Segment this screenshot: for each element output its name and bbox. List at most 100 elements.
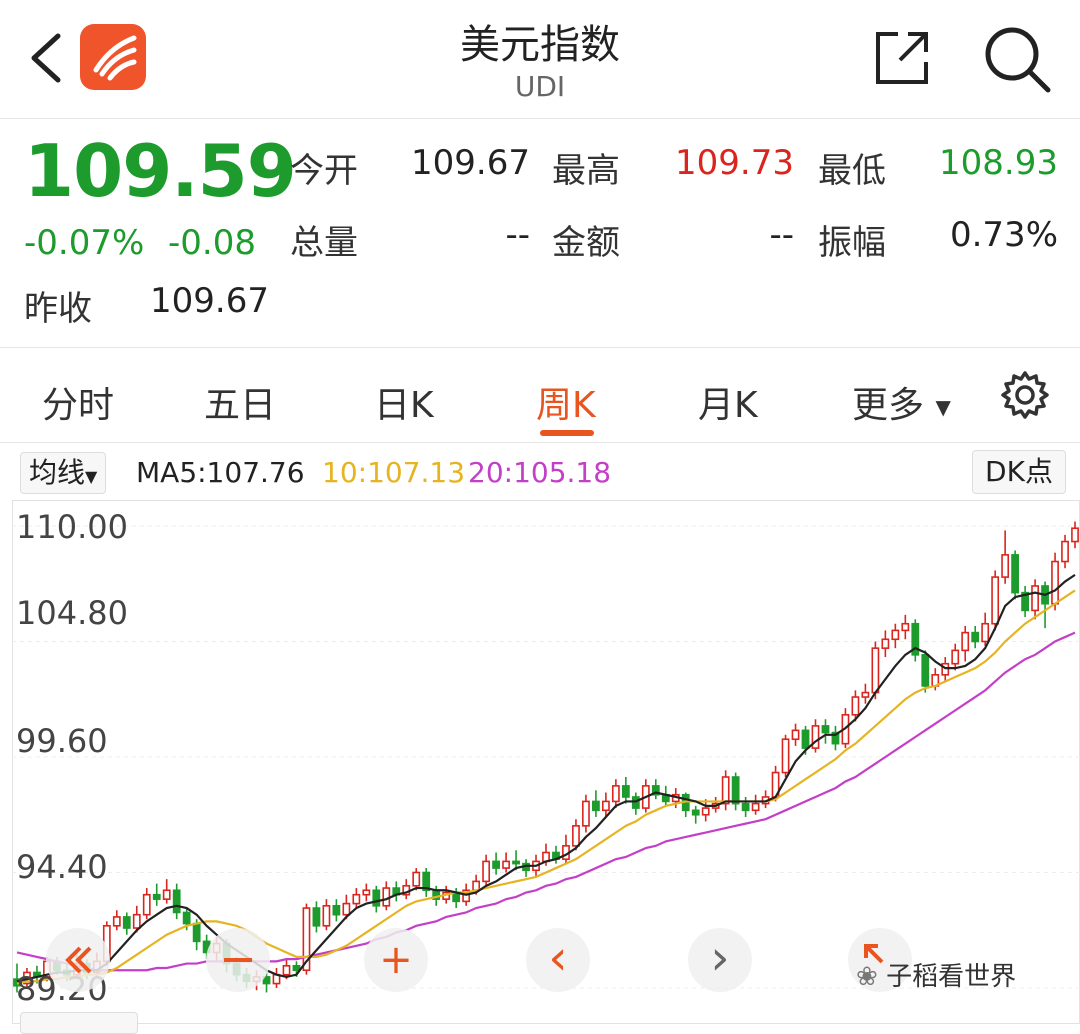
search-icon[interactable]	[982, 24, 1052, 94]
candle-up	[961, 631, 970, 652]
ma-selector-label: 均线	[29, 456, 86, 489]
candle-down	[971, 631, 980, 643]
tab-weekly-k[interactable]: 周K	[536, 376, 596, 428]
change-percent: -0.07%	[24, 223, 145, 263]
candle-up	[142, 893, 151, 916]
candle-down	[292, 964, 301, 972]
candle-down	[592, 800, 600, 812]
tab-intraday[interactable]: 分时	[42, 376, 114, 428]
volume-value: --	[505, 215, 530, 255]
candle-up	[941, 662, 950, 676]
amount-value: --	[769, 215, 794, 255]
candle-up	[482, 860, 491, 883]
watermark: ❀ 子稻看世界	[856, 956, 1016, 993]
low-value: 108.93	[939, 143, 1058, 183]
candle-up	[132, 913, 141, 929]
candle-up	[751, 802, 760, 812]
volume-label: 总量	[290, 223, 358, 263]
amplitude-label: 振幅	[818, 223, 886, 263]
candle-down	[731, 776, 740, 805]
candle-up	[352, 893, 361, 905]
candle-up	[721, 776, 730, 805]
gear-icon[interactable]	[1000, 370, 1050, 420]
candle-down	[332, 905, 341, 916]
candle-down	[122, 916, 131, 929]
plus-icon: +	[379, 937, 413, 983]
zoom-out-button[interactable]	[206, 928, 270, 992]
candle-up	[601, 800, 610, 812]
candle-up	[861, 691, 870, 698]
candle-down	[512, 860, 520, 865]
candle-up	[502, 860, 510, 869]
tab-daily-k[interactable]: 日K	[374, 376, 434, 428]
scroll-left-fast-button[interactable]	[46, 928, 110, 992]
candle-up	[342, 902, 351, 916]
low-label: 最低	[818, 151, 886, 191]
change-value: -0.08	[168, 223, 256, 263]
candle-down	[152, 893, 161, 900]
ma20-line	[16, 631, 1076, 972]
candle-down	[172, 889, 181, 914]
app-header: 美元指数 UDI	[0, 0, 1080, 119]
candle-down	[182, 911, 191, 925]
high-label: 最高	[552, 151, 620, 191]
candle-up	[1071, 527, 1079, 543]
candle-down	[821, 725, 830, 734]
candle-down	[921, 654, 930, 687]
candle-up	[991, 576, 1000, 625]
tab-more[interactable]: 更多 ▼	[852, 376, 951, 428]
indicator-selector[interactable]	[20, 1012, 138, 1034]
candle-down	[631, 796, 640, 809]
candle-up	[1001, 554, 1010, 578]
ma10-value: 10:107.13	[322, 456, 466, 489]
candle-down	[372, 889, 381, 907]
caret-down-icon: ▼	[85, 467, 98, 486]
candle-down	[312, 907, 321, 927]
candle-down	[691, 809, 700, 816]
share-icon[interactable]	[870, 26, 934, 90]
candle-down	[801, 729, 810, 749]
y-tick-label: 104.80	[16, 594, 128, 632]
candle-up	[891, 629, 900, 641]
candle-up	[981, 622, 990, 643]
candle-up	[791, 729, 800, 741]
candle-up	[701, 807, 710, 816]
candle-down	[621, 785, 630, 798]
quote-panel: 109.59 -0.07% -0.08 昨收 109.67 今开 109.67 …	[0, 119, 1080, 348]
open-value: 109.67	[411, 143, 530, 183]
candle-up	[781, 738, 790, 774]
y-tick-label: 110.00	[16, 508, 128, 546]
ma-selector[interactable]: 均线▼	[20, 452, 107, 494]
candle-up	[162, 889, 171, 900]
tab-monthly-k[interactable]: 月K	[698, 376, 758, 428]
amount-label: 金额	[552, 223, 620, 263]
y-tick-label: 94.40	[16, 848, 108, 886]
candle-up	[112, 916, 121, 927]
candle-up	[851, 696, 860, 716]
candle-up	[1061, 540, 1069, 563]
amplitude-value: 0.73%	[949, 215, 1058, 255]
prev-button[interactable]: ‹	[526, 928, 590, 992]
candle-down	[192, 922, 201, 943]
candle-up	[901, 622, 910, 632]
candle-up	[572, 825, 580, 847]
candle-up	[881, 638, 890, 649]
candle-up	[1051, 560, 1059, 605]
dk-point-button[interactable]: DK点	[972, 450, 1066, 494]
candle-up	[282, 964, 291, 976]
candle-up	[611, 785, 620, 803]
y-tick-label: 99.60	[16, 722, 108, 760]
tab-five-day[interactable]: 五日	[204, 376, 276, 428]
zoom-in-button[interactable]: +	[364, 928, 428, 992]
candle-up	[362, 889, 371, 896]
active-tab-indicator	[540, 430, 594, 436]
candle-up	[871, 647, 880, 694]
candle-up	[382, 887, 391, 907]
high-value: 109.73	[675, 143, 794, 183]
prev-close-value: 109.67	[150, 281, 269, 321]
candle-up	[1031, 585, 1039, 612]
ma-legend-bar: 均线▼ MA5:107.76 10:107.13 20:105.18 DK点	[0, 444, 1080, 500]
ma5-value: MA5:107.76	[136, 456, 305, 489]
next-button[interactable]: ›	[688, 928, 752, 992]
wechat-icon: ❀	[856, 962, 878, 992]
